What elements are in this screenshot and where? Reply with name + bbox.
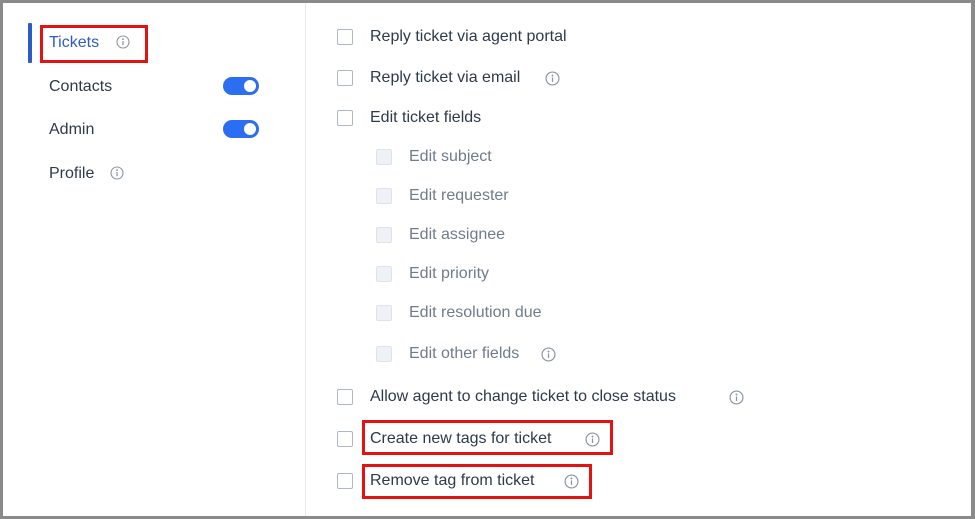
sidebar-item-label: Profile bbox=[49, 165, 95, 182]
permission-checkbox[interactable] bbox=[337, 110, 353, 126]
permission-label: Edit requester bbox=[409, 187, 509, 204]
info-icon[interactable] bbox=[541, 347, 556, 362]
permission-label: Edit priority bbox=[409, 265, 490, 282]
permission-checkbox bbox=[376, 149, 392, 165]
permission-checkbox[interactable] bbox=[337, 431, 353, 447]
sidebar-item-label: Admin bbox=[49, 121, 95, 138]
permission-checkbox[interactable] bbox=[337, 70, 353, 86]
permission-checkbox bbox=[376, 266, 392, 282]
sidebar-item-profile[interactable]: Profile bbox=[3, 154, 305, 194]
sidebar-item-tickets[interactable]: Tickets bbox=[3, 23, 305, 63]
permission-label: Edit resolution due bbox=[409, 304, 542, 321]
permission-label: Edit assignee bbox=[409, 226, 506, 243]
toggle-knob bbox=[244, 80, 256, 92]
permission-label: Edit ticket fields bbox=[370, 109, 482, 126]
permission-label: Create new tags for ticket bbox=[370, 430, 552, 447]
sidebar-item-contacts[interactable]: Contacts bbox=[3, 67, 305, 107]
info-icon[interactable] bbox=[110, 166, 124, 180]
active-indicator bbox=[28, 23, 32, 63]
permission-label: Remove tag from ticket bbox=[370, 472, 535, 489]
info-icon[interactable] bbox=[545, 71, 560, 86]
permission-category-sidebar: Tickets Contacts Admin Profile bbox=[3, 3, 306, 516]
toggle-knob bbox=[244, 123, 256, 135]
permission-label: Reply ticket via agent portal bbox=[370, 28, 567, 45]
permission-checkbox bbox=[376, 188, 392, 204]
permission-label: Reply ticket via email bbox=[370, 69, 521, 86]
sidebar-item-admin[interactable]: Admin bbox=[3, 110, 305, 150]
permission-label: Allow agent to change ticket to close st… bbox=[370, 388, 676, 405]
permission-checkbox bbox=[376, 305, 392, 321]
permission-label: Edit other fields bbox=[409, 345, 520, 362]
sidebar-item-label: Tickets bbox=[49, 34, 100, 51]
admin-toggle[interactable] bbox=[223, 120, 259, 138]
sidebar-item-label: Contacts bbox=[49, 78, 113, 95]
permission-checkbox[interactable] bbox=[337, 389, 353, 405]
permission-label: Edit subject bbox=[409, 148, 492, 165]
info-icon[interactable] bbox=[729, 390, 744, 405]
permission-checkbox bbox=[376, 227, 392, 243]
info-icon[interactable] bbox=[585, 432, 600, 447]
info-icon[interactable] bbox=[564, 474, 579, 489]
roles-permissions-panel: Tickets Contacts Admin Profile Reply tic… bbox=[3, 3, 971, 516]
permission-checkbox[interactable] bbox=[337, 29, 353, 45]
contacts-toggle[interactable] bbox=[223, 77, 259, 95]
permission-checkbox bbox=[376, 346, 392, 362]
info-icon[interactable] bbox=[116, 35, 130, 49]
permission-checkbox[interactable] bbox=[337, 473, 353, 489]
